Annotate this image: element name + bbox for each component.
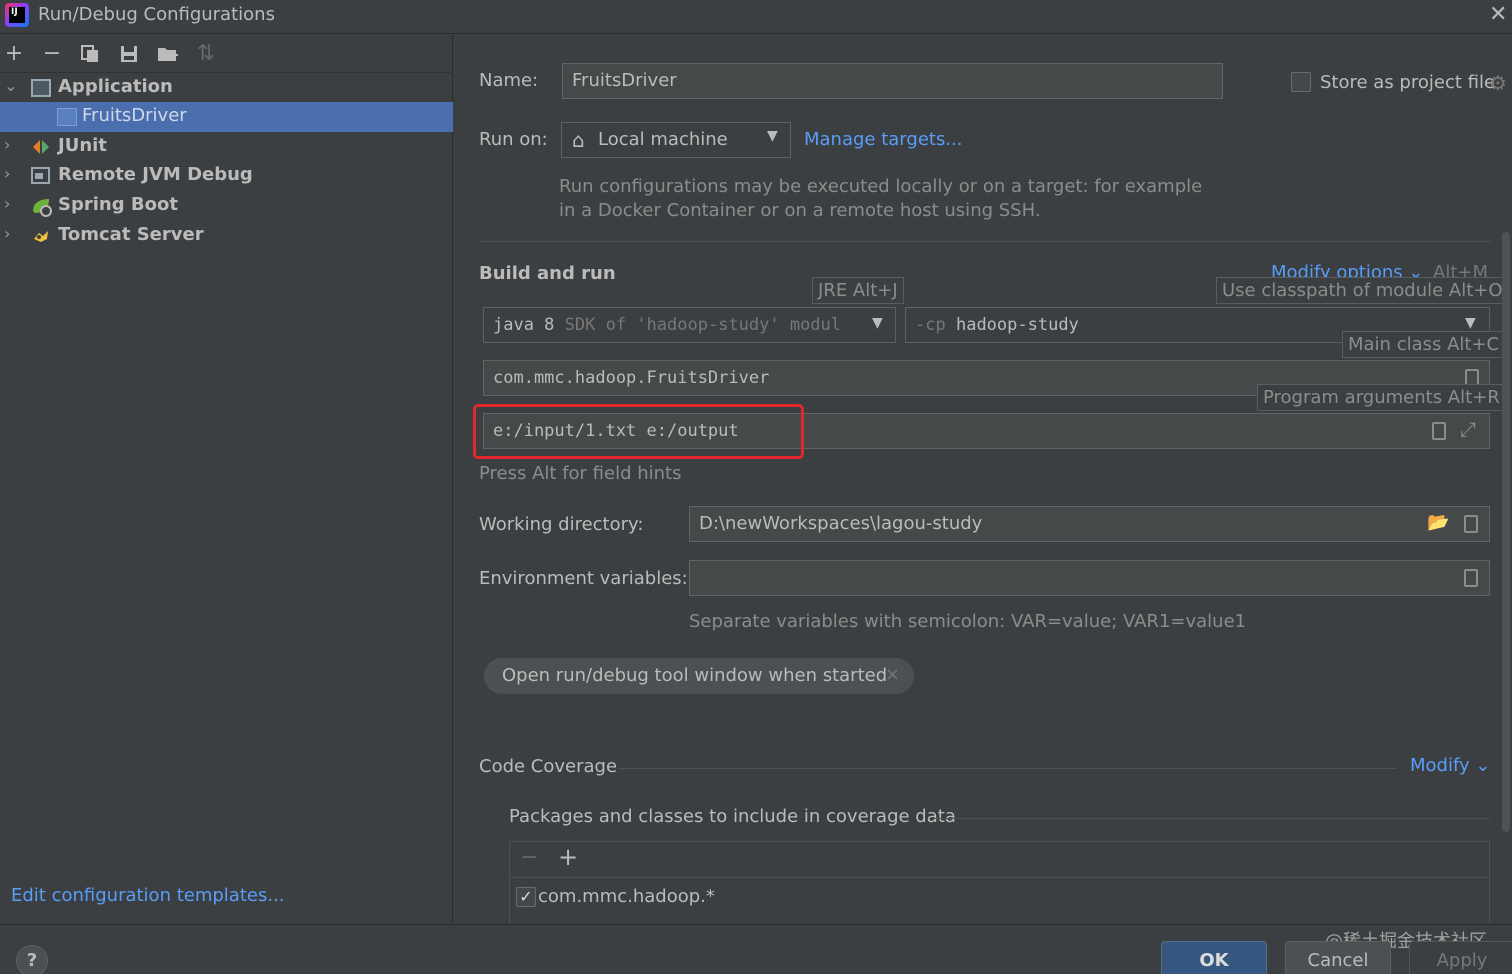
name-field[interactable]: FruitsDriver — [562, 63, 1223, 99]
run-on-hint-line2: in a Docker Container or on a remote hos… — [559, 200, 1041, 221]
cancel-button[interactable]: Cancel — [1285, 941, 1391, 974]
name-label: Name: — [479, 70, 539, 91]
expand-icon[interactable]: ⤢ — [1460, 417, 1476, 441]
environment-variables-field[interactable] — [689, 560, 1490, 596]
build-and-run-title: Build and run — [479, 263, 616, 284]
chevron-right-icon[interactable]: › — [4, 194, 10, 213]
application-config-icon — [57, 108, 77, 126]
coverage-toolbar: − + — [510, 842, 1489, 878]
chevron-down-icon: ▼ — [767, 128, 778, 144]
field-hint: Press Alt for field hints — [479, 463, 682, 484]
gear-icon[interactable]: ⚙ — [1489, 71, 1507, 95]
application-icon — [31, 79, 51, 97]
title-bar: IJ Run/Debug Configurations ✕ — [0, 0, 1512, 34]
browse-icon[interactable] — [1464, 569, 1478, 587]
tree-item-remote-jvm-debug[interactable]: › Remote JVM Debug — [0, 161, 453, 191]
run-on-value: Local machine — [598, 129, 728, 150]
environment-variables-hint: Separate variables with semicolon: VAR=v… — [689, 611, 1247, 632]
jre-tooltip: JRE Alt+J — [812, 277, 904, 304]
environment-variables-label: Environment variables: — [479, 568, 688, 589]
tomcat-icon — [31, 227, 51, 245]
tree-item-junit[interactable]: › JUnit — [0, 132, 453, 162]
tree-item-tomcat-server[interactable]: › Tomcat Server — [0, 221, 453, 251]
run-on-label: Run on: — [479, 129, 548, 150]
macro-icon[interactable] — [1432, 422, 1446, 440]
tree-item-label: Application — [58, 76, 173, 97]
folder-icon[interactable]: 📂 — [1427, 512, 1449, 533]
classpath-tooltip: Use classpath of module Alt+O — [1216, 277, 1509, 304]
copy-icon[interactable] — [77, 41, 103, 67]
packages-title: Packages and classes to include in cover… — [509, 806, 956, 827]
main-class-value: com.mmc.hadoop.FruitsDriver — [493, 368, 770, 388]
configurations-sidebar: + − ⇅ ⌄ Application FruitsDriver › JUnit… — [0, 35, 453, 923]
configuration-editor: Name: FruitsDriver Store as project file… — [454, 35, 1512, 923]
chevron-down-icon: ▼ — [1465, 315, 1476, 331]
window-title: Run/Debug Configurations — [38, 4, 275, 25]
tree-item-label: Tomcat Server — [58, 224, 204, 245]
coverage-list: − + ✓ com.mmc.hadoop.* — [509, 841, 1490, 923]
remote-debug-icon — [31, 167, 51, 185]
new-folder-icon[interactable] — [155, 41, 181, 67]
main-class-tooltip: Main class Alt+C — [1342, 331, 1506, 358]
close-icon[interactable]: × — [885, 664, 900, 685]
working-directory-value: D:\newWorkspaces\lagou-study — [699, 513, 983, 534]
spring-boot-icon — [31, 197, 52, 217]
cp-value: hadoop-study — [955, 315, 1079, 335]
home-icon: ⌂ — [572, 128, 585, 152]
tree-item-spring-boot[interactable]: › Spring Boot — [0, 191, 453, 221]
sort-icon[interactable]: ⇅ — [193, 41, 219, 67]
add-icon[interactable]: + — [1, 41, 27, 67]
coverage-entry-label: com.mmc.hadoop.* — [538, 886, 715, 907]
remove-icon[interactable]: − — [39, 41, 65, 67]
code-coverage-title: Code Coverage — [479, 756, 618, 777]
tree-item-label: Remote JVM Debug — [58, 164, 253, 185]
scrollbar[interactable] — [1502, 232, 1510, 832]
tree-item-label: Spring Boot — [58, 194, 178, 215]
chevron-right-icon[interactable]: › — [4, 135, 10, 154]
edit-configuration-templates-link[interactable]: Edit configuration templates... — [11, 885, 285, 906]
chevron-down-icon: ▼ — [872, 315, 883, 331]
chevron-right-icon[interactable]: › — [4, 224, 10, 243]
apply-button[interactable]: Apply — [1409, 941, 1512, 974]
add-icon[interactable]: + — [558, 843, 578, 871]
divider — [618, 768, 1396, 769]
store-as-project-checkbox[interactable] — [1291, 72, 1311, 92]
intellij-logo-icon: IJ — [5, 3, 29, 27]
tree-item-application[interactable]: ⌄ Application — [0, 73, 453, 103]
name-value: FruitsDriver — [572, 70, 677, 91]
dialog-button-bar: ? @稀土掘金技术社区 OK Cancel Apply — [0, 924, 1512, 974]
run-on-hint-line1: Run configurations may be executed local… — [559, 176, 1203, 197]
junit-icon — [31, 138, 51, 156]
divider — [479, 241, 1491, 242]
remove-icon[interactable]: − — [520, 845, 538, 870]
tree-item-label: FruitsDriver — [82, 105, 187, 126]
working-directory-field[interactable]: D:\newWorkspaces\lagou-study 📂 — [689, 506, 1490, 542]
tree-item-fruitsdriver[interactable]: FruitsDriver — [0, 102, 453, 132]
tree-item-label: JUnit — [58, 135, 107, 156]
cp-prefix: -cp — [915, 315, 946, 335]
ok-button[interactable]: OK — [1161, 941, 1267, 974]
modify-link[interactable]: Modify ⌄ — [1410, 755, 1490, 776]
manage-targets-link[interactable]: Manage targets... — [804, 129, 963, 150]
program-arguments-tooltip: Program arguments Alt+R — [1257, 384, 1506, 411]
chevron-down-icon[interactable]: ⌄ — [4, 76, 17, 95]
close-icon[interactable]: ✕ — [1489, 2, 1507, 27]
macro-icon[interactable] — [1464, 515, 1478, 533]
help-button[interactable]: ? — [16, 945, 48, 974]
save-icon[interactable] — [116, 41, 142, 67]
jre-value: java 8 — [493, 315, 555, 335]
jre-hint: SDK of 'hadoop-study' modul — [564, 315, 842, 335]
store-as-project-label: Store as project file — [1320, 72, 1496, 93]
option-chip-label: Open run/debug tool window when started — [502, 665, 888, 686]
working-directory-label: Working directory: — [479, 514, 644, 535]
coverage-entry-checkbox[interactable]: ✓ — [516, 887, 536, 907]
divider — [934, 818, 1490, 819]
highlight-box — [473, 404, 804, 459]
option-chip[interactable]: Open run/debug tool window when started … — [484, 658, 914, 694]
chevron-right-icon[interactable]: › — [4, 164, 10, 183]
jre-dropdown[interactable]: java 8 SDK of 'hadoop-study' modul ▼ — [483, 307, 896, 343]
sidebar-toolbar: + − ⇅ — [0, 35, 453, 73]
run-on-dropdown[interactable]: ⌂ Local machine ▼ — [561, 122, 791, 158]
